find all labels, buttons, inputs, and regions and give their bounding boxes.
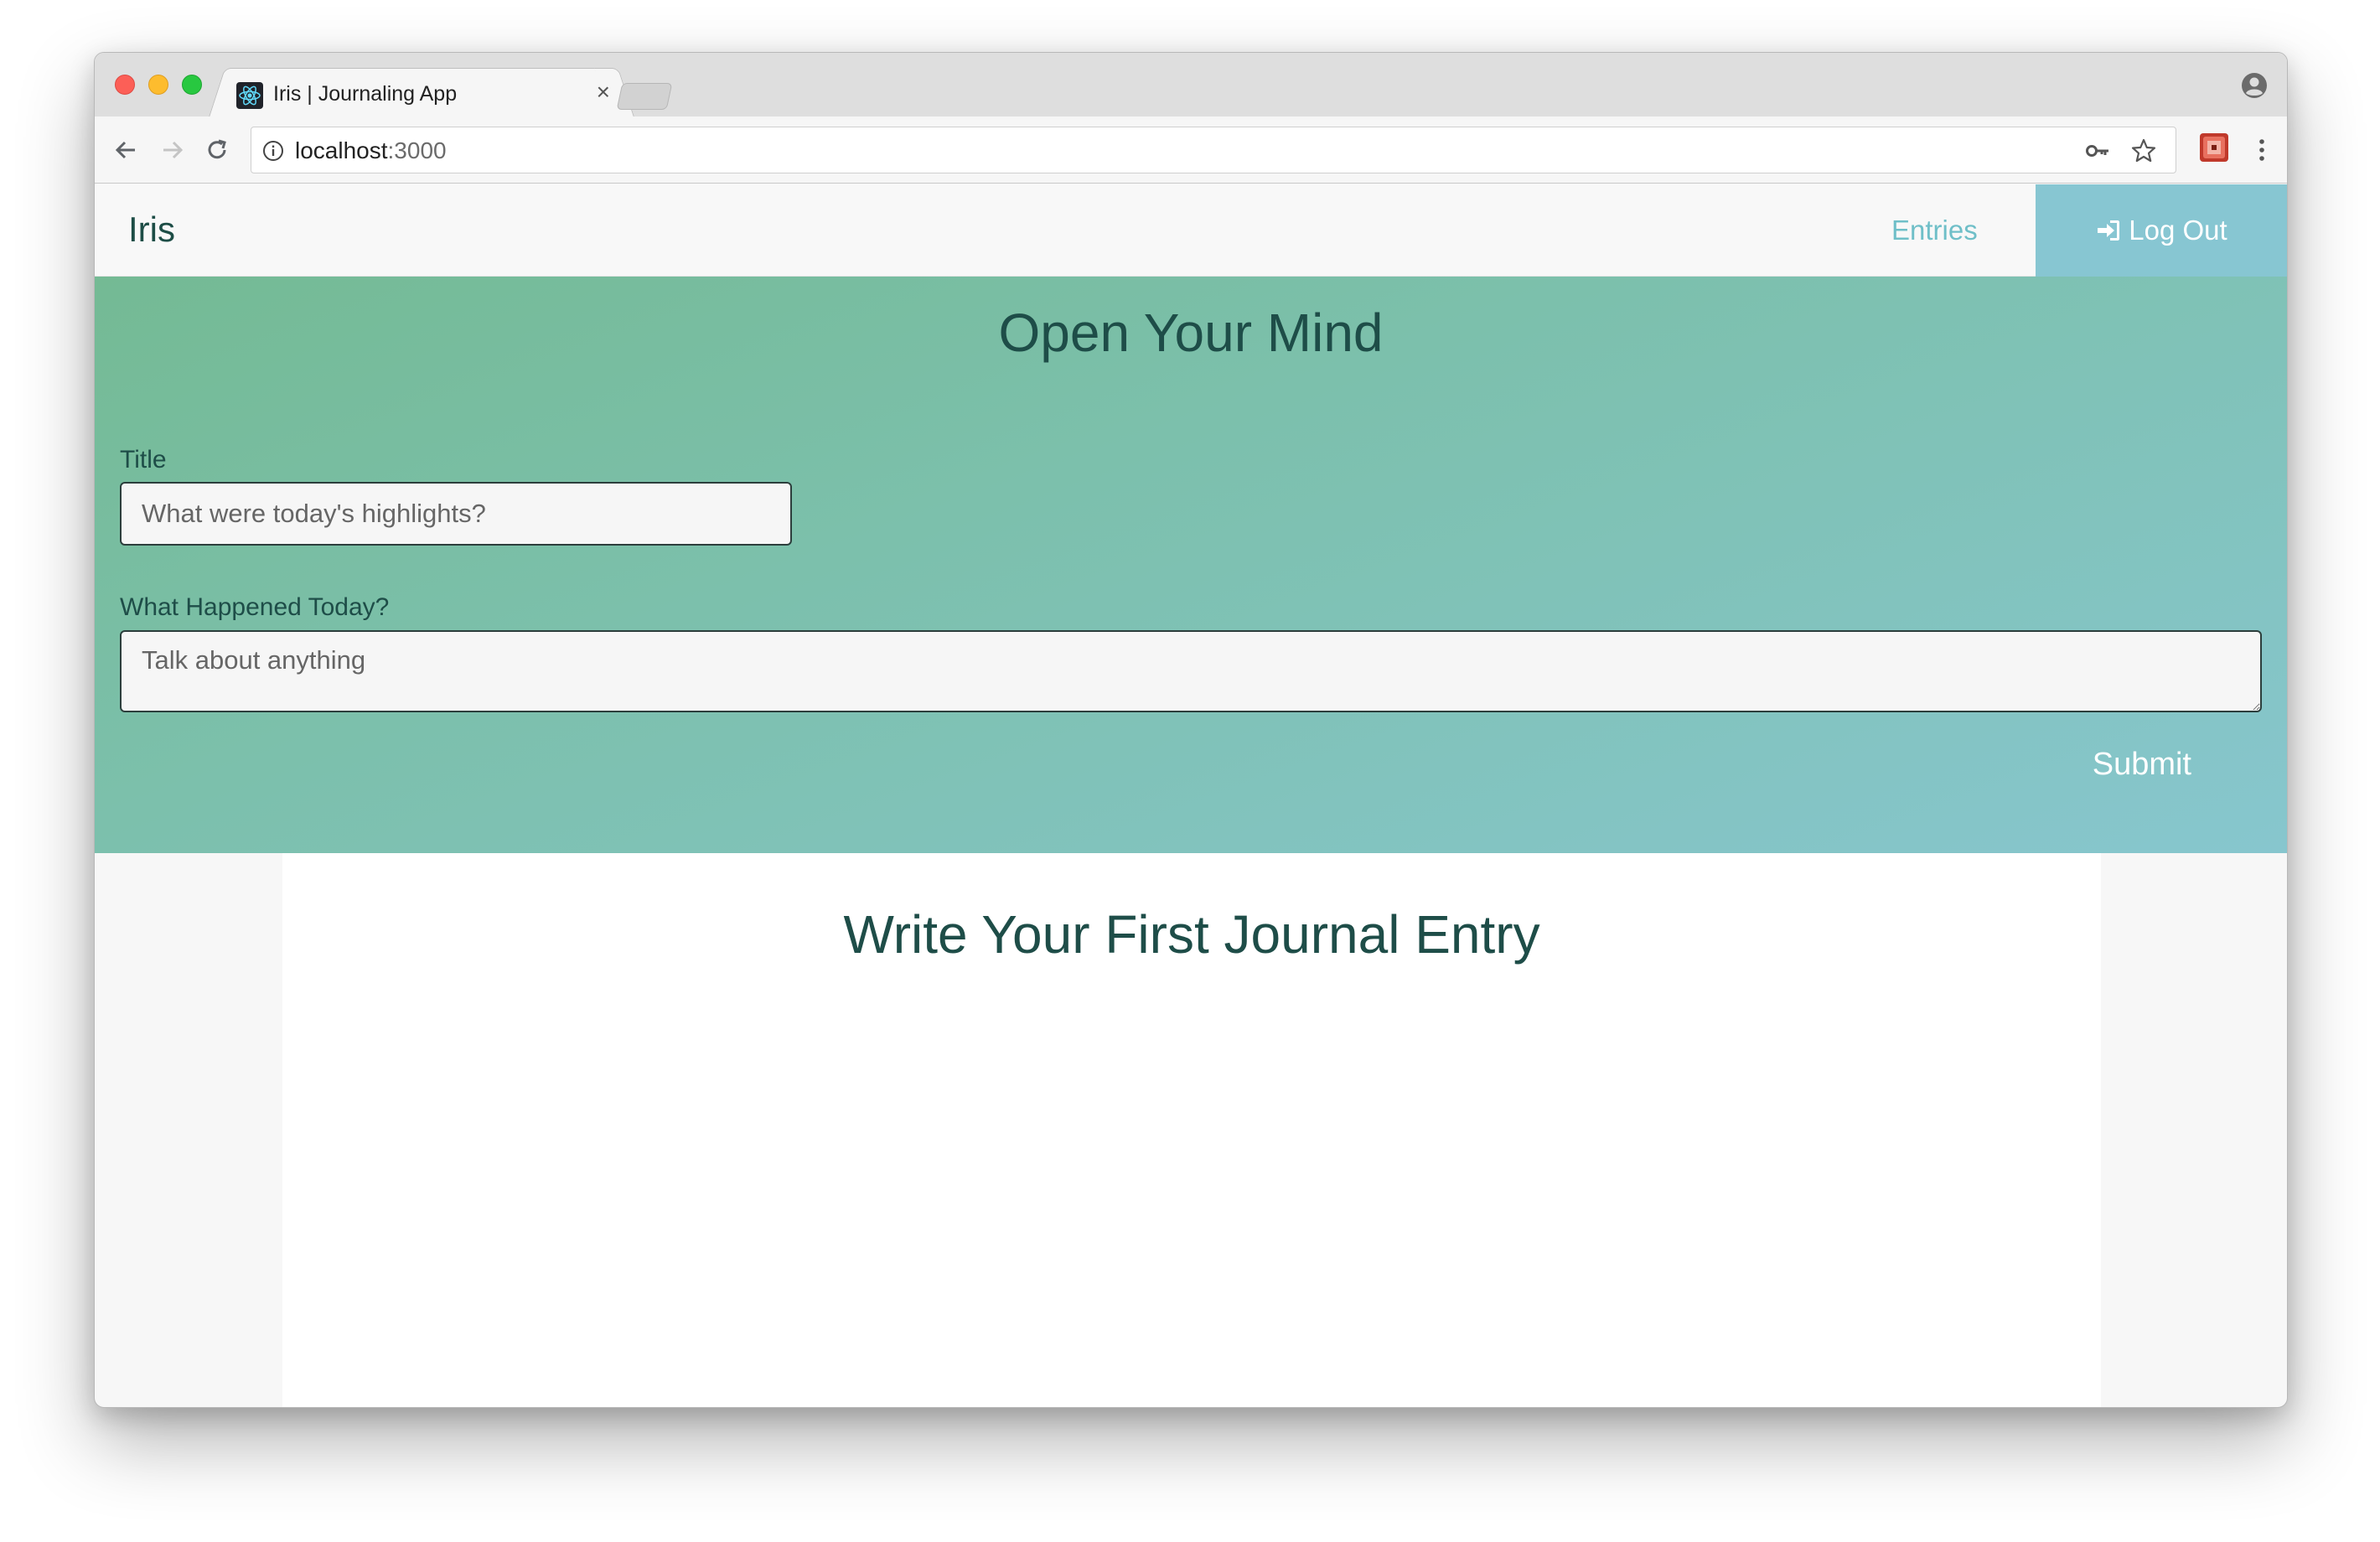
url-text: localhost:3000 xyxy=(295,137,447,164)
new-tab-button[interactable] xyxy=(616,83,673,110)
body-textarea[interactable] xyxy=(120,630,2262,712)
body-field-label: What Happened Today? xyxy=(120,593,390,621)
logout-button[interactable]: Log Out xyxy=(2036,184,2287,277)
url-host: localhost xyxy=(295,137,388,163)
close-window-button[interactable] xyxy=(115,75,135,95)
title-input[interactable] xyxy=(120,482,792,546)
star-icon[interactable] xyxy=(2130,137,2157,164)
app-navbar: Iris Entries Log Out xyxy=(95,184,2287,277)
minimize-window-button[interactable] xyxy=(148,75,168,95)
submit-button[interactable]: Submit xyxy=(2088,746,2196,784)
react-icon xyxy=(236,82,263,109)
nav-link-entries[interactable]: Entries xyxy=(1891,215,1978,246)
browser-window: Iris | Journaling App × localhost:3000 I… xyxy=(94,52,2288,1408)
user-circle-icon[interactable] xyxy=(2240,71,2269,100)
url-port: :3000 xyxy=(387,137,447,163)
browser-toolbar: localhost:3000 xyxy=(95,116,2287,184)
entries-section: Write Your First Journal Entry xyxy=(282,853,2101,1407)
title-field-label: Title xyxy=(120,446,167,473)
journal-form-section: Open Your Mind Title What Happened Today… xyxy=(95,277,2287,853)
page-title: Open Your Mind xyxy=(998,303,1384,363)
brand-logo[interactable]: Iris xyxy=(128,210,175,250)
tab-strip: Iris | Journaling App × xyxy=(95,53,2287,118)
maximize-window-button[interactable] xyxy=(182,75,202,95)
vertical-dots-icon[interactable] xyxy=(2253,133,2270,167)
tab-title: Iris | Journaling App xyxy=(273,82,458,106)
tab-close-icon[interactable]: × xyxy=(597,79,610,106)
key-icon[interactable] xyxy=(2085,139,2110,163)
reload-icon[interactable] xyxy=(200,133,234,167)
back-arrow-icon[interactable] xyxy=(110,133,143,167)
info-icon[interactable] xyxy=(261,139,285,163)
extension-icon[interactable] xyxy=(2200,133,2228,162)
entries-heading: Write Your First Journal Entry xyxy=(843,904,1540,965)
logout-label: Log Out xyxy=(2129,215,2227,246)
forward-arrow-icon[interactable] xyxy=(155,133,189,167)
address-bar[interactable]: localhost:3000 xyxy=(251,127,2176,173)
browser-tab[interactable]: Iris | Journaling App × xyxy=(229,68,614,118)
sign-in-icon xyxy=(2098,220,2120,241)
